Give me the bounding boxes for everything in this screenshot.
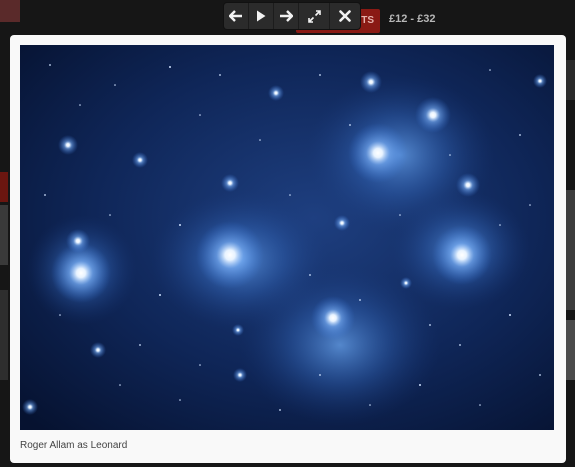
background-right-strip (566, 60, 575, 100)
arrow-left-icon (229, 10, 242, 22)
close-icon (339, 10, 351, 22)
background-price: £12 - £32 (389, 13, 436, 25)
background-left-strip (0, 290, 8, 380)
play-icon (257, 10, 266, 22)
lightbox-image (20, 45, 554, 430)
lightbox-toolbar (224, 3, 360, 29)
expand-icon (307, 9, 321, 23)
lightbox-panel: Roger Allam as Leonard (10, 35, 566, 463)
play-button[interactable] (249, 3, 274, 29)
star-cluster-photo (20, 45, 554, 430)
background-left-strip (0, 205, 8, 265)
fullscreen-button[interactable] (299, 3, 330, 29)
close-button[interactable] (330, 3, 360, 29)
background-left-strip (0, 172, 8, 202)
background-right-strip (566, 320, 575, 380)
arrow-right-icon (280, 10, 293, 22)
background-thumbnail (0, 0, 20, 22)
previous-button[interactable] (224, 3, 249, 29)
background-right-strip (566, 190, 575, 310)
next-button[interactable] (274, 3, 299, 29)
image-caption: Roger Allam as Leonard (20, 440, 128, 451)
